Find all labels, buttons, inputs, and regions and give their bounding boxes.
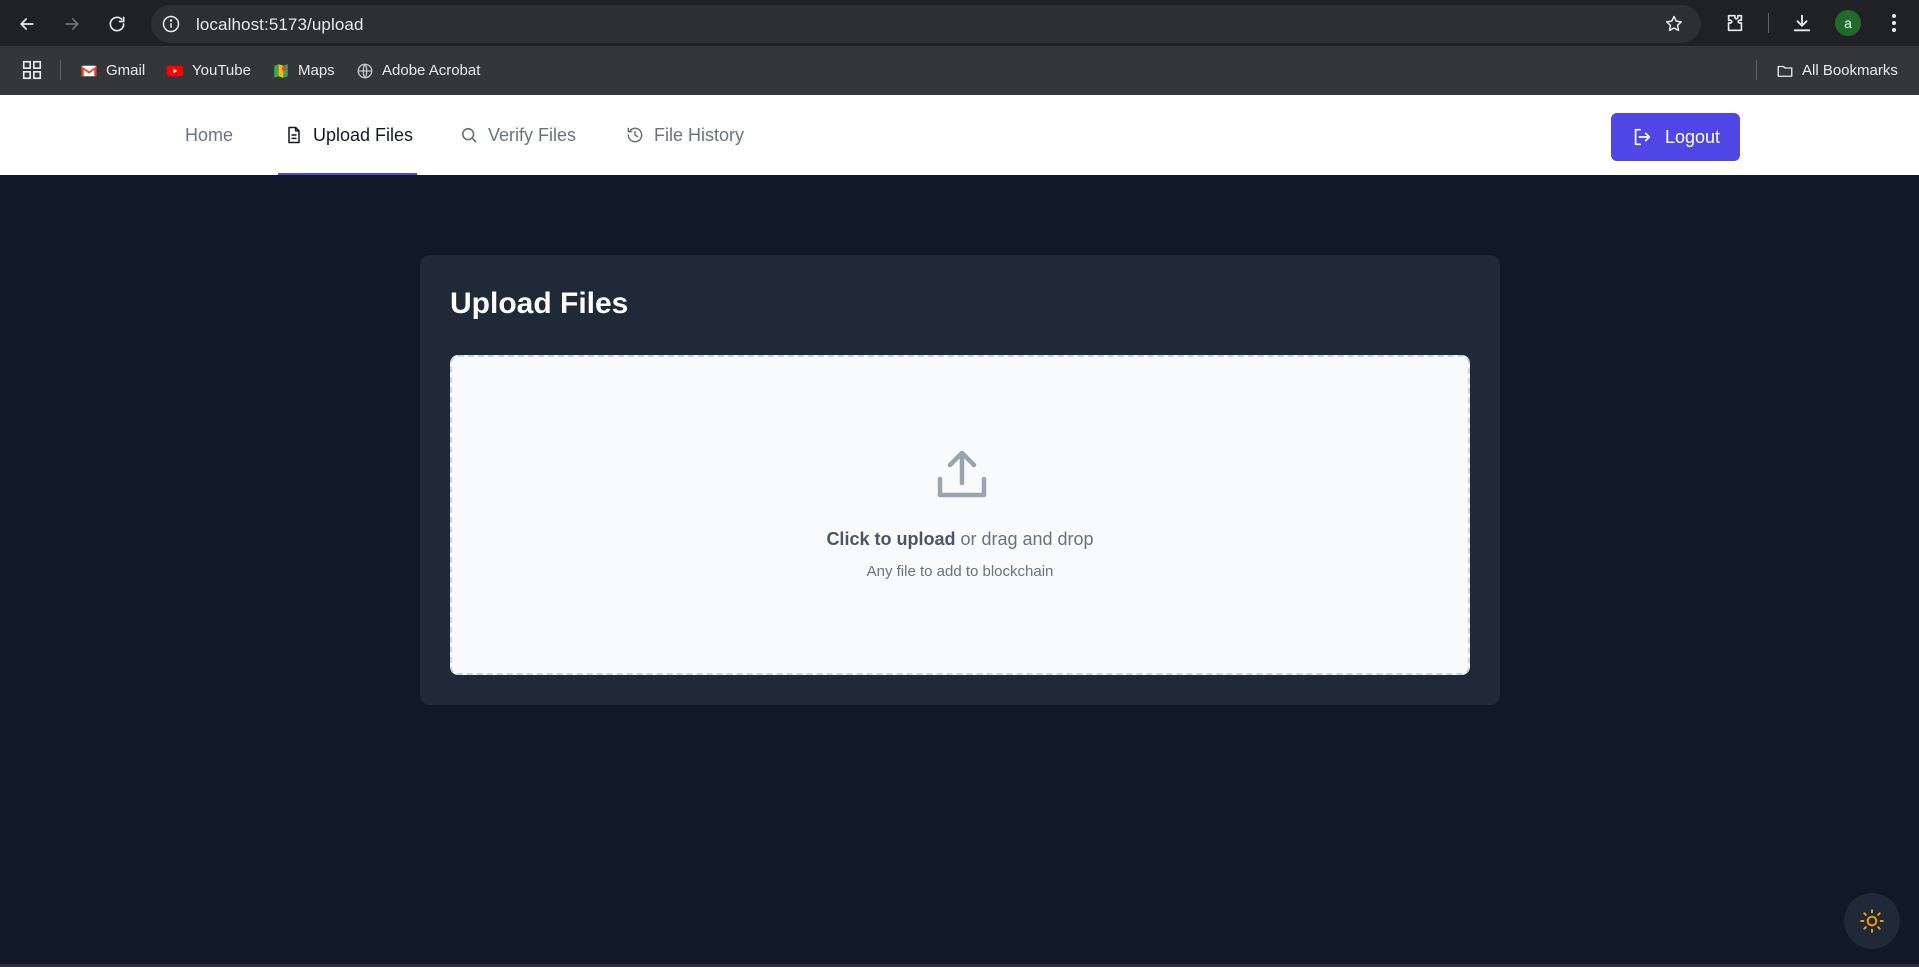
browser-toolbar: localhost:5173/upload a — [0, 0, 1919, 46]
bookmark-label: Gmail — [106, 62, 146, 79]
nav-label: Upload Files — [313, 124, 414, 145]
extensions-icon[interactable] — [1724, 12, 1746, 34]
logout-button[interactable]: Logout — [1611, 113, 1740, 161]
toolbar-divider — [1768, 13, 1769, 33]
nav-home[interactable]: Home — [185, 95, 233, 175]
bookmark-star-icon[interactable] — [1664, 14, 1684, 34]
arrow-left-icon — [20, 18, 34, 30]
maps-icon — [274, 63, 288, 78]
drag-drop-text: or drag and drop — [955, 529, 1094, 549]
reload-icon — [109, 16, 125, 32]
upload-card: Upload Files Click to upload or drag and… — [420, 255, 1500, 705]
url-text[interactable]: localhost:5173/upload — [196, 15, 364, 35]
globe-icon — [357, 63, 373, 78]
active-tab-indicator — [278, 173, 418, 175]
document-icon — [288, 126, 300, 144]
app-navbar: Home Upload Files Verify Files File Hist… — [0, 95, 1919, 175]
apps-grid-icon[interactable] — [21, 59, 43, 81]
nav-verify-files[interactable]: Verify Files — [459, 95, 576, 175]
nav-upload-files[interactable]: Upload Files — [278, 95, 418, 175]
page-title: Upload Files — [450, 287, 629, 320]
logout-icon — [1634, 128, 1651, 146]
search-icon — [461, 127, 477, 143]
arrow-right-icon — [65, 18, 79, 30]
bookmark-maps[interactable]: Maps — [272, 46, 335, 95]
nav-file-history[interactable]: File History — [625, 95, 744, 175]
bookmarks-divider — [60, 60, 61, 80]
folder-icon — [1777, 65, 1793, 77]
bookmark-youtube[interactable]: YouTube — [166, 46, 251, 95]
address-bar[interactable]: localhost:5173/upload — [151, 5, 1701, 43]
sun-icon — [1860, 909, 1884, 933]
gmail-icon — [80, 65, 98, 76]
bookmark-label: Maps — [298, 62, 335, 79]
nav-label: Home — [185, 124, 234, 145]
nav-label: Verify Files — [488, 124, 577, 145]
bookmark-adobe-acrobat[interactable]: Adobe Acrobat — [356, 46, 480, 95]
youtube-icon — [166, 65, 184, 76]
back-button[interactable] — [13, 10, 41, 38]
all-bookmarks-button[interactable]: All Bookmarks — [1776, 46, 1898, 95]
click-to-upload-text[interactable]: Click to upload — [826, 529, 955, 549]
dropzone-hint: Any file to add to blockchain — [866, 563, 1054, 580]
site-info-icon[interactable] — [161, 14, 181, 34]
nav-label: File History — [654, 124, 745, 145]
theme-toggle-button[interactable] — [1844, 893, 1900, 949]
all-bookmarks-label: All Bookmarks — [1802, 62, 1898, 79]
history-icon — [627, 127, 643, 143]
bookmarks-divider — [1756, 60, 1757, 80]
bookmark-label: Adobe Acrobat — [382, 62, 481, 79]
bookmarks-bar: Gmail YouTube Maps Adobe Acrobat All Boo… — [0, 46, 1919, 95]
dropzone-instruction: Click to upload or drag and drop — [452, 529, 1468, 550]
download-icon[interactable] — [1791, 12, 1813, 34]
forward-button[interactable] — [58, 10, 86, 38]
logout-label: Logout — [1664, 126, 1721, 147]
bookmark-label: YouTube — [192, 62, 251, 79]
file-dropzone[interactable]: Click to upload or drag and drop Any fil… — [450, 355, 1470, 675]
bookmark-gmail[interactable]: Gmail — [80, 46, 145, 95]
profile-avatar[interactable]: a — [1835, 10, 1861, 36]
browser-menu-icon[interactable] — [1886, 12, 1902, 34]
reload-button[interactable] — [103, 10, 131, 38]
upload-icon — [937, 450, 987, 498]
